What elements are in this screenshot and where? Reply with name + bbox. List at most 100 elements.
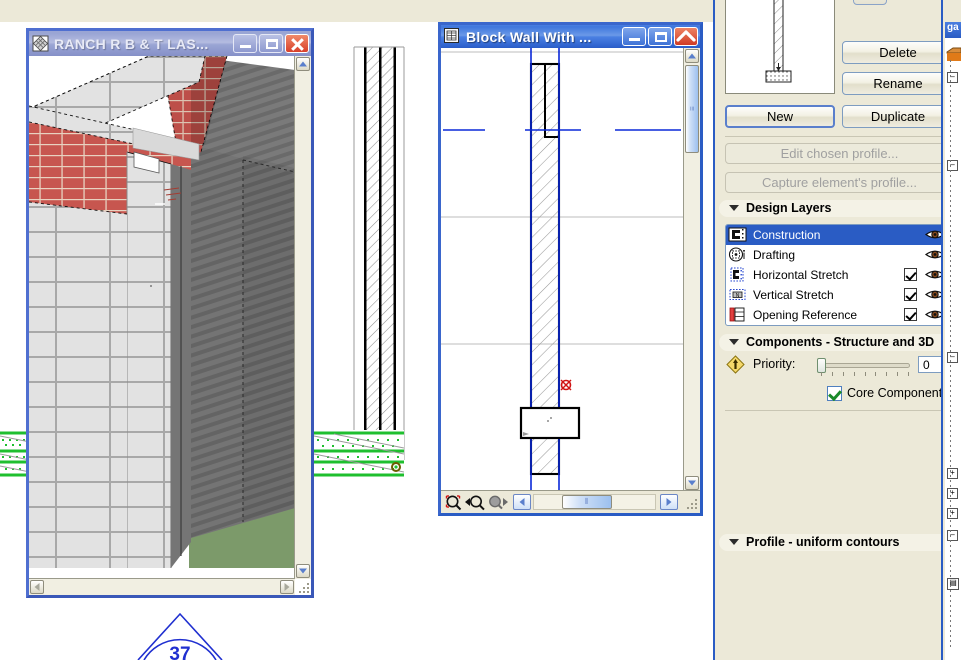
layer-row-opening-reference[interactable]: Opening Reference (726, 305, 953, 325)
zoom-in-icon[interactable] (488, 494, 508, 511)
background-window-client (945, 38, 961, 660)
maximize-button-block-wall[interactable] (648, 27, 672, 46)
zoom-out-icon[interactable] (465, 494, 485, 511)
layer-label-drafting: Drafting (753, 248, 796, 262)
capture-element-profile-button[interactable]: Capture element's profile... (725, 172, 954, 193)
minimize-button-block-wall[interactable] (622, 27, 646, 46)
construction-layer-icon (728, 227, 750, 243)
block-wall-hscroll-track[interactable]: ⦀ (533, 494, 656, 510)
background-footing-hatch-right (313, 430, 405, 482)
chevron-down-icon (729, 205, 739, 211)
minimize-button-ranch-3d[interactable] (233, 34, 257, 53)
tree-collapse-icon-1[interactable]: – (947, 72, 958, 83)
stretch-checkbox-vertical[interactable] (904, 288, 917, 301)
tree-collapse-icon-4[interactable]: – (947, 530, 958, 541)
material-thumbnail-icon (946, 46, 961, 62)
block-wall-scroll-down-button[interactable] (685, 476, 699, 490)
profile-preview[interactable] (725, 0, 835, 94)
sheet-marker-number: 37 (169, 644, 190, 660)
document-3d-icon (32, 35, 49, 52)
block-wall-vscrollbar[interactable]: ≡ (683, 48, 700, 491)
layer-row-vertical-stretch[interactable]: N Vertical Stretch (726, 285, 953, 305)
brick-wall-3d-render (29, 56, 295, 568)
close-button-block-wall[interactable] (674, 27, 698, 46)
new-button-label: New (766, 109, 793, 124)
components-title: Components - Structure and 3D (746, 335, 935, 349)
horizontal-stretch-icon (728, 267, 750, 283)
priority-label: Priority: (753, 357, 796, 371)
priority-diamond-icon (726, 355, 745, 374)
rename-button[interactable]: Rename (842, 72, 954, 95)
fit-in-window-icon[interactable] (445, 494, 462, 511)
duplicate-button[interactable]: Duplicate (842, 105, 954, 128)
sheet-marker: 37 (130, 606, 250, 660)
tree-expand-icon-2[interactable]: + (947, 488, 958, 499)
design-layers-title: Design Layers (746, 201, 832, 215)
ranch-3d-viewport[interactable] (29, 56, 311, 595)
layer-label-horizontal-stretch: Horizontal Stretch (753, 268, 849, 282)
ranch-3d-resize-grip[interactable] (296, 580, 310, 594)
background-window-dotted-guide (950, 60, 951, 650)
profile-uniform-contours-title: Profile - uniform contours (746, 535, 900, 549)
layer-label-construction: Construction (753, 228, 821, 242)
maximize-button-ranch-3d[interactable] (259, 34, 283, 53)
layer-label-opening-reference: Opening Reference (753, 308, 858, 322)
ranch-3d-hscrollbar[interactable] (29, 578, 295, 595)
edit-chosen-profile-button[interactable]: Edit chosen profile... (725, 143, 954, 164)
folder-3d-icon[interactable] (853, 0, 887, 5)
new-button[interactable]: New (725, 105, 835, 128)
stretch-checkbox-opening-reference[interactable] (904, 308, 917, 321)
tree-collapse-icon-2[interactable]: – (947, 160, 958, 171)
ranch-3d-vscrollbar[interactable] (294, 56, 311, 579)
core-component-checkbox[interactable] (827, 386, 842, 401)
ranch-3d-scroll-up-button[interactable] (296, 57, 310, 71)
window-ranch-3d[interactable]: RANCH R B & T LAS... (26, 28, 314, 598)
tree-expand-icon-3[interactable]: + (947, 508, 958, 519)
background-window-strip[interactable]: ga – – – + + + – ▤ (941, 0, 961, 660)
block-wall-resize-grip[interactable] (684, 496, 698, 510)
titlebar-block-wall[interactable]: Block Wall With ... (441, 25, 700, 48)
block-wall-scroll-up-button[interactable] (685, 49, 699, 63)
chevron-down-icon-components (729, 339, 739, 345)
priority-slider-ticks (821, 372, 909, 376)
ranch-3d-scroll-left-button[interactable] (30, 580, 44, 594)
ranch-3d-scroll-down-button[interactable] (296, 564, 310, 578)
background-window-titlebar-sliver[interactable]: ga (945, 22, 961, 38)
profile-uniform-contours-header[interactable]: Profile - uniform contours (715, 534, 961, 552)
tree-node-icon[interactable]: ▤ (947, 578, 959, 590)
design-layers-list[interactable]: Construction Drafting Horizontal Stretch… (725, 224, 954, 326)
window-block-wall[interactable]: Block Wall With ... ≡ ⦀ (438, 22, 703, 516)
block-wall-vscroll-thumb[interactable]: ≡ (685, 65, 699, 153)
extrusion-icon[interactable] (900, 0, 926, 1)
priority-slider-knob[interactable] (817, 358, 826, 373)
close-button-ranch-3d[interactable] (285, 34, 309, 53)
panel-divider-1 (725, 136, 954, 137)
edit-chosen-profile-label: Edit chosen profile... (780, 146, 899, 161)
block-wall-viewport[interactable]: ≡ ⦀ (441, 48, 700, 513)
components-header[interactable]: Components - Structure and 3D (715, 334, 961, 352)
titlebar-ranch-3d[interactable]: RANCH R B & T LAS... (29, 31, 311, 56)
delete-button-label: Delete (879, 45, 917, 60)
svg-text:N: N (736, 293, 740, 299)
layer-row-drafting[interactable]: Drafting (726, 245, 953, 265)
block-wall-scroll-left-button[interactable] (513, 494, 531, 510)
block-wall-section-drawing (441, 48, 684, 494)
core-component-label: Core Component (847, 386, 943, 400)
block-wall-bottom-toolbar[interactable]: ⦀ (441, 490, 700, 513)
layer-row-construction[interactable]: Construction (726, 225, 953, 245)
block-wall-scroll-right-button[interactable] (660, 494, 678, 510)
tree-collapse-icon-3[interactable]: – (947, 352, 958, 363)
capture-element-profile-label: Capture element's profile... (762, 175, 917, 190)
layer-row-horizontal-stretch[interactable]: Horizontal Stretch (726, 265, 953, 285)
ranch-3d-scroll-right-button[interactable] (280, 580, 294, 594)
tree-expand-icon-1[interactable]: + (947, 468, 958, 479)
stretch-checkbox-horizontal[interactable] (904, 268, 917, 281)
settings-panel: Delete Rename New Duplicate Edit chosen … (713, 0, 961, 660)
priority-slider-track[interactable] (820, 363, 910, 368)
block-wall-hscroll-thumb[interactable]: ⦀ (562, 495, 612, 509)
background-section-drawing (330, 40, 440, 490)
opening-reference-icon (728, 307, 750, 323)
design-layers-header[interactable]: Design Layers (715, 200, 961, 218)
chevron-down-icon-profile (729, 539, 739, 545)
delete-button[interactable]: Delete (842, 41, 954, 64)
